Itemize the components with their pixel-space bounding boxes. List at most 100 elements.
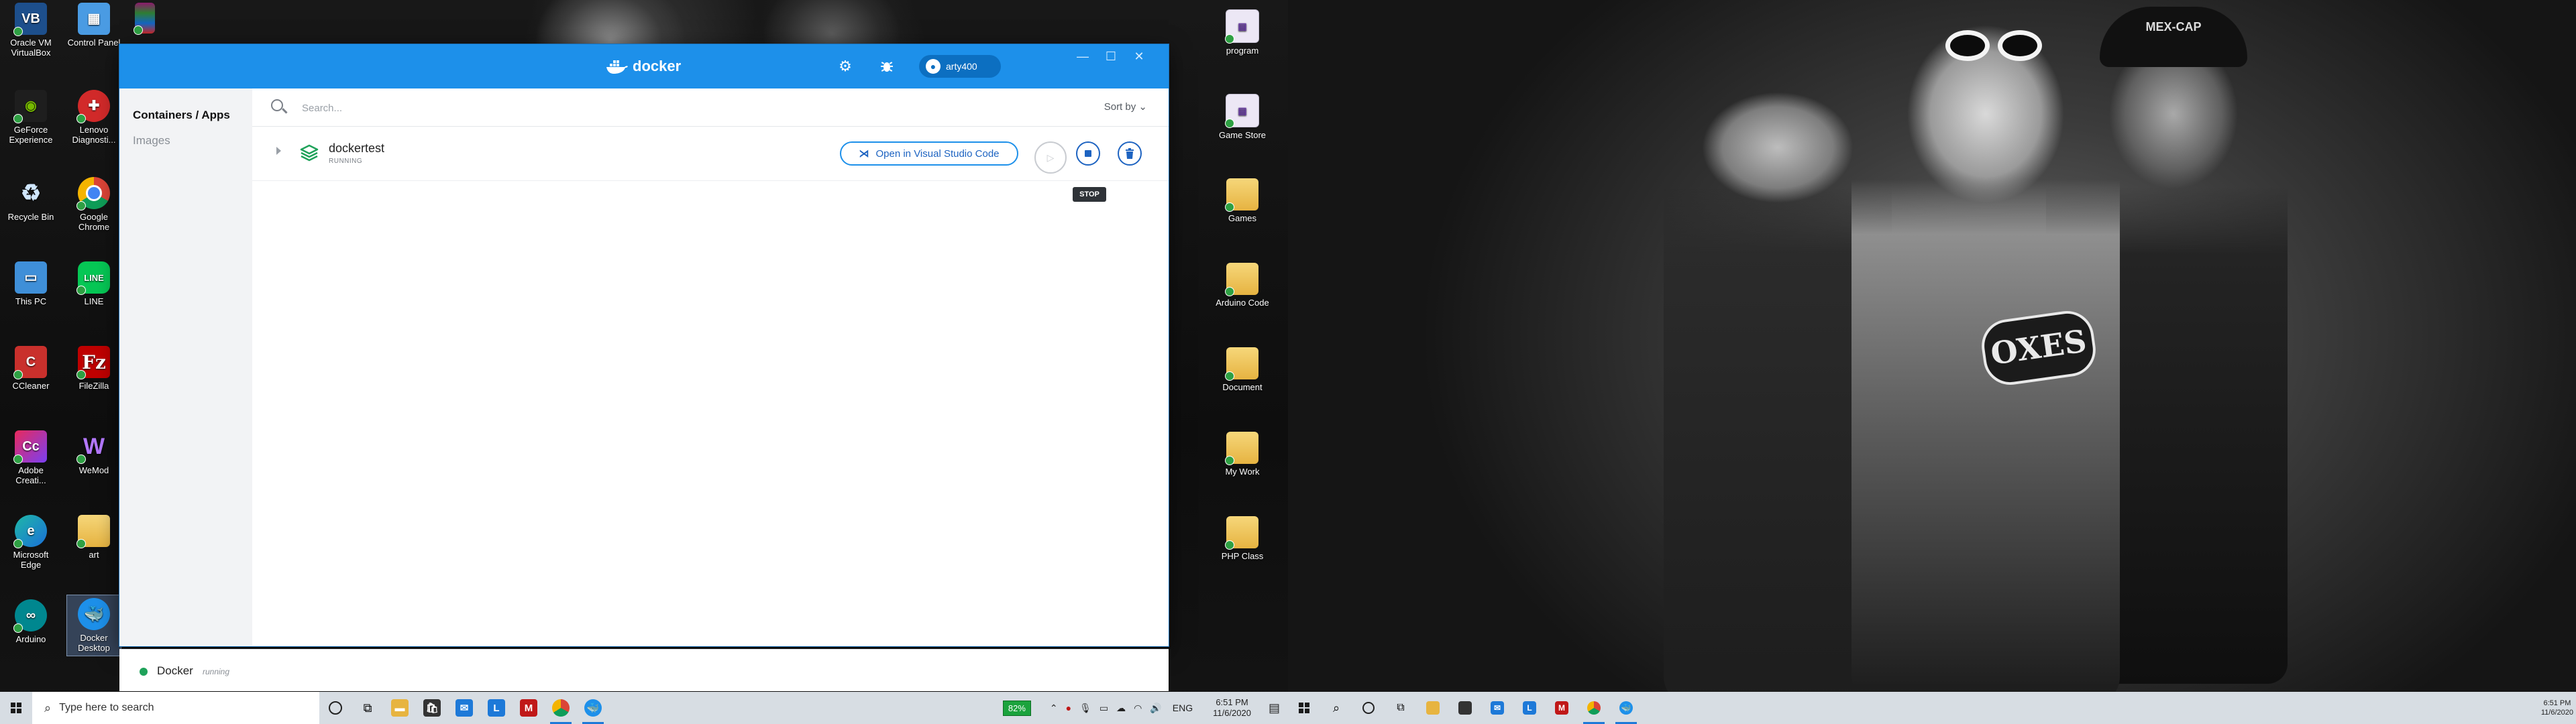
desktop-icon-games[interactable]: Games (1216, 178, 1269, 223)
container-row[interactable]: dockertest RUNNING ⋊ Open in Visual Stud… (252, 127, 1169, 181)
stop-button[interactable] (1076, 141, 1100, 166)
chevron-down-icon: ⌄ (1138, 101, 1147, 113)
desktop-icon-program[interactable]: ▤ program (1216, 9, 1269, 56)
desktop-icon-label: Recycle Bin (7, 212, 54, 222)
battery-indicator[interactable]: 82% (1002, 700, 1031, 716)
clock-time: 6:51 PM (1216, 697, 1248, 707)
desktop-icon-art[interactable]: art (67, 515, 121, 560)
notifications-icon[interactable]: ▤ (1269, 701, 1280, 715)
minimize-button[interactable]: — (1069, 48, 1096, 64)
desktop-icon-winrar[interactable] (131, 3, 158, 36)
desktop-icon-filezilla[interactable]: Fz FileZilla (67, 346, 121, 391)
desktop-icon-game-store[interactable]: ▤ Game Store (1216, 94, 1269, 140)
desktop-icon-label: Control Panel (67, 38, 121, 48)
taskbar-primary: ⌕ Type here to search ⧉ ▬ 🛍 ✉ L M 🐳 82% … (0, 692, 1288, 724)
taskbar-store[interactable]: 🛍 (416, 692, 448, 724)
desktop-icon-control-panel[interactable]: ▦ Control Panel (67, 3, 121, 48)
clock[interactable]: 6:51 PM 11/6/2020 (2541, 699, 2573, 717)
desktop-icon-this-pc[interactable]: ▭ This PC (4, 261, 58, 306)
store-bag-icon: 🛍 (423, 699, 441, 717)
close-button[interactable]: ✕ (1126, 48, 1152, 64)
folder-icon (1225, 178, 1258, 212)
desktop-icon-arduino-code[interactable]: Arduino Code (1216, 263, 1269, 308)
recycle-bin-icon: ♻ (20, 180, 42, 206)
docker-whale-icon: 🐳 (1619, 701, 1633, 715)
desktop-icon-chrome[interactable]: Google Chrome (67, 177, 121, 232)
cortana-button[interactable] (319, 692, 352, 724)
chevron-up-icon[interactable]: ⌃ (1050, 703, 1058, 714)
arduino-icon: ∞ (13, 599, 47, 633)
clock[interactable]: 6:51 PM 11/6/2020 (1213, 697, 1251, 719)
microphone-icon[interactable]: 🎙 (1079, 703, 1091, 714)
sidebar-item-images[interactable]: Images (133, 134, 170, 147)
battery-icon[interactable]: ▭ (1099, 703, 1108, 714)
taskbar-search-box[interactable]: ⌕ Type here to search (32, 692, 319, 724)
taskbar-mail[interactable]: ✉ (1481, 692, 1513, 724)
taskbar-line[interactable]: L (1513, 692, 1546, 724)
titlebar: docker ⚙ ● arty400 — ☐ ✕ (119, 44, 1169, 88)
taskbar-mcafee[interactable]: M (1546, 692, 1578, 724)
desktop-icon-label: Arduino (15, 634, 46, 644)
search-button[interactable]: ⌕ (1320, 692, 1352, 724)
winrar-icon (133, 3, 155, 35)
taskbar-mcafee[interactable]: M (513, 692, 545, 724)
mcafee-tray-icon[interactable]: ● (1066, 703, 1071, 713)
desktop-icon-php-class[interactable]: PHP Class (1216, 516, 1269, 561)
sidebar-item-containers[interactable]: Containers / Apps (133, 109, 230, 122)
taskbar-mail[interactable]: ✉ (448, 692, 480, 724)
main-panel: Sort by ⌄ dockertest RUNNING ⋊ Open in V… (119, 88, 1169, 691)
desktop-icon-docker-desktop[interactable]: 🐳 Docker Desktop (66, 595, 121, 656)
search-input[interactable] (301, 98, 907, 118)
taskbar-chrome[interactable] (1578, 692, 1610, 724)
taskbar-line[interactable]: L (480, 692, 513, 724)
desktop-icon-line[interactable]: LINE LINE (67, 261, 121, 306)
delete-button[interactable] (1118, 141, 1142, 166)
desktop-icon-ccleaner[interactable]: C CCleaner (4, 346, 58, 391)
wallpaper-sunglasses (1945, 30, 2046, 62)
sort-by-dropdown[interactable]: Sort by ⌄ (1104, 101, 1147, 113)
desktop-icon-virtualbox[interactable]: VB Oracle VM VirtualBox (4, 3, 58, 58)
cortana-button[interactable] (1352, 692, 1385, 724)
desktop-icon-wemod[interactable]: W WeMod (67, 430, 121, 475)
wemod-icon: W (76, 430, 110, 464)
open-in-vscode-button[interactable]: ⋊ Open in Visual Studio Code (840, 141, 1018, 166)
volume-icon[interactable]: 🔊 (1150, 703, 1161, 714)
taskbar-docker[interactable]: 🐳 (1610, 692, 1642, 724)
taskbar-file-explorer[interactable]: ▬ (384, 692, 416, 724)
sort-by-label: Sort by (1104, 101, 1136, 113)
desktop-icon-recycle-bin[interactable]: ♻ Recycle Bin (4, 177, 58, 223)
taskbar-docker[interactable]: 🐳 (577, 692, 609, 724)
desktop-icon-adobe[interactable]: Cc Adobe Creati... (4, 430, 58, 485)
start-button[interactable] (1288, 692, 1320, 724)
start-button[interactable] (0, 692, 32, 724)
language-indicator[interactable]: ENG (1173, 703, 1193, 713)
taskbar-chrome[interactable] (545, 692, 577, 724)
desktop-icon-edge[interactable]: e Microsoft Edge (4, 515, 58, 570)
start-button[interactable]: ▷ (1034, 141, 1067, 174)
desktop-icon-lenovo[interactable]: ✚ Lenovo Diagnosti... (67, 90, 121, 145)
user-account-button[interactable]: ● arty400 (919, 55, 1001, 78)
taskbar-file-explorer[interactable] (1417, 692, 1449, 724)
wifi-icon[interactable]: ◠ (1134, 703, 1142, 714)
desktop-icon-document[interactable]: Document (1216, 347, 1269, 392)
avatar-icon: ● (926, 59, 941, 74)
status-app-name: Docker (157, 664, 193, 677)
expand-arrow-icon[interactable] (276, 147, 281, 155)
desktop-icon-my-work[interactable]: My Work (1216, 432, 1269, 477)
desktop-icon-arduino[interactable]: ∞ Arduino (4, 599, 58, 644)
docker-logo: docker (606, 58, 681, 75)
desktop-icon-label: Document (1222, 382, 1263, 392)
troubleshoot-button[interactable] (876, 56, 898, 77)
docker-whale-icon (606, 60, 628, 74)
settings-button[interactable]: ⚙ (835, 56, 856, 77)
maximize-button[interactable]: ☐ (1097, 48, 1124, 64)
bug-icon (881, 62, 893, 72)
task-view-button[interactable]: ⧉ (352, 692, 384, 724)
onedrive-icon[interactable]: ☁ (1116, 703, 1126, 714)
taskbar-store[interactable] (1449, 692, 1481, 724)
windows-logo-icon (1299, 703, 1309, 713)
desktop-icon-geforce[interactable]: ◉ GeForce Experience (4, 90, 58, 145)
desktop-icon-label: Oracle VM VirtualBox (10, 38, 52, 58)
search-bar: Sort by ⌄ (252, 88, 1169, 127)
task-view-button[interactable]: ⧉ (1385, 692, 1417, 724)
